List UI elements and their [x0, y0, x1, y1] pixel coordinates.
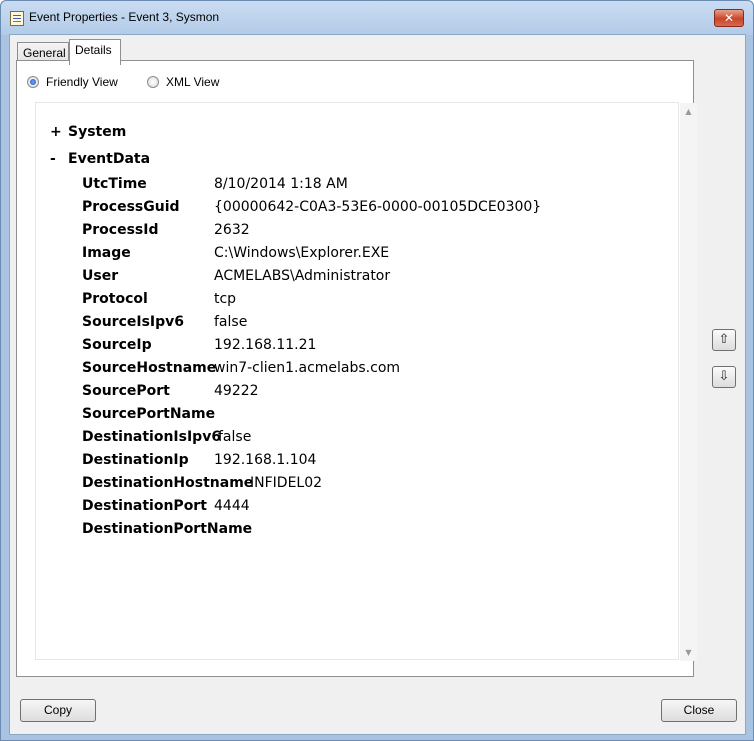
friendly-view-label: Friendly View — [46, 75, 118, 89]
field-value: 192.168.11.21 — [214, 337, 317, 353]
field-value: 8/10/2014 1:18 AM — [214, 176, 348, 192]
details-tab-panel: Friendly View XML View + System - EventDat… — [16, 60, 697, 677]
scroll-down-icon[interactable]: ▼ — [680, 648, 697, 657]
collapse-icon[interactable]: - — [50, 151, 68, 167]
copy-button[interactable]: Copy — [20, 699, 96, 722]
event-details-pane: + System - EventData UtcTime 8/10/2014 1:18… — [35, 102, 697, 661]
field-value: tcp — [214, 291, 237, 307]
field-key: Protocol — [82, 291, 148, 307]
field-value: false — [218, 429, 252, 445]
field-value: 192.168.1.104 — [214, 452, 317, 468]
scroll-up-icon[interactable]: ▲ — [680, 107, 697, 116]
friendly-view-radio[interactable] — [27, 76, 39, 88]
tab-details[interactable]: Details — [69, 39, 121, 65]
field-value: win7-clien1.acmelabs.com — [214, 360, 401, 376]
field-key: DestinationPort — [82, 498, 207, 514]
field-key: DestinationPortName — [82, 521, 253, 537]
field-key: SourceIp — [82, 337, 152, 353]
previous-event-button[interactable]: ⇧ — [712, 329, 736, 351]
friendly-view-option[interactable]: Friendly View — [27, 75, 118, 89]
field-value: C:\Windows\Explorer.EXE — [214, 245, 390, 261]
field-key: ProcessId — [82, 222, 159, 238]
field-key: User — [82, 268, 119, 284]
field-value: 2632 — [214, 222, 250, 238]
field-value: 49222 — [214, 383, 259, 399]
field-key: ProcessGuid — [82, 199, 180, 215]
tree-node-system[interactable]: + System — [50, 124, 126, 140]
tree-node-label: System — [68, 124, 127, 140]
tree-node-label: EventData — [68, 151, 151, 167]
field-key: DestinationIsIpv6 — [82, 429, 222, 445]
window-close-button[interactable]: ✕ — [714, 9, 744, 27]
field-key: SourcePortName — [82, 406, 216, 422]
tree-node-eventdata[interactable]: - EventData — [50, 151, 150, 167]
field-key: Image — [82, 245, 131, 261]
field-value: {00000642-C0A3-53E6-0000-00105DCE0300} — [214, 199, 542, 215]
xml-view-label: XML View — [166, 75, 220, 89]
next-event-button[interactable]: ⇩ — [712, 366, 736, 388]
field-key: DestinationHostname — [82, 475, 254, 491]
field-value: 4444 — [214, 498, 250, 514]
event-properties-window: Event Properties - Event 3, Sysmon ✕ Gen… — [0, 0, 754, 741]
field-key: DestinationIp — [82, 452, 189, 468]
field-value: ACMELABS\Administrator — [214, 268, 391, 284]
xml-view-radio[interactable] — [147, 76, 159, 88]
dialog-client-area: General Details Friendly View XML View +… — [9, 34, 746, 735]
field-value: INFIDEL02 — [250, 475, 323, 491]
vertical-scrollbar[interactable]: ▲ ▼ — [680, 103, 697, 661]
field-key: SourceIsIpv6 — [82, 314, 185, 330]
event-log-icon — [10, 11, 24, 26]
field-key: SourceHostname — [82, 360, 217, 376]
close-button[interactable]: Close — [661, 699, 737, 722]
field-value: false — [214, 314, 248, 330]
field-key: SourcePort — [82, 383, 170, 399]
title-bar[interactable]: Event Properties - Event 3, Sysmon ✕ — [1, 1, 753, 35]
field-key: UtcTime — [82, 176, 147, 192]
window-title: Event Properties - Event 3, Sysmon — [29, 10, 220, 24]
expand-icon[interactable]: + — [50, 124, 68, 140]
xml-view-option[interactable]: XML View — [147, 75, 219, 89]
